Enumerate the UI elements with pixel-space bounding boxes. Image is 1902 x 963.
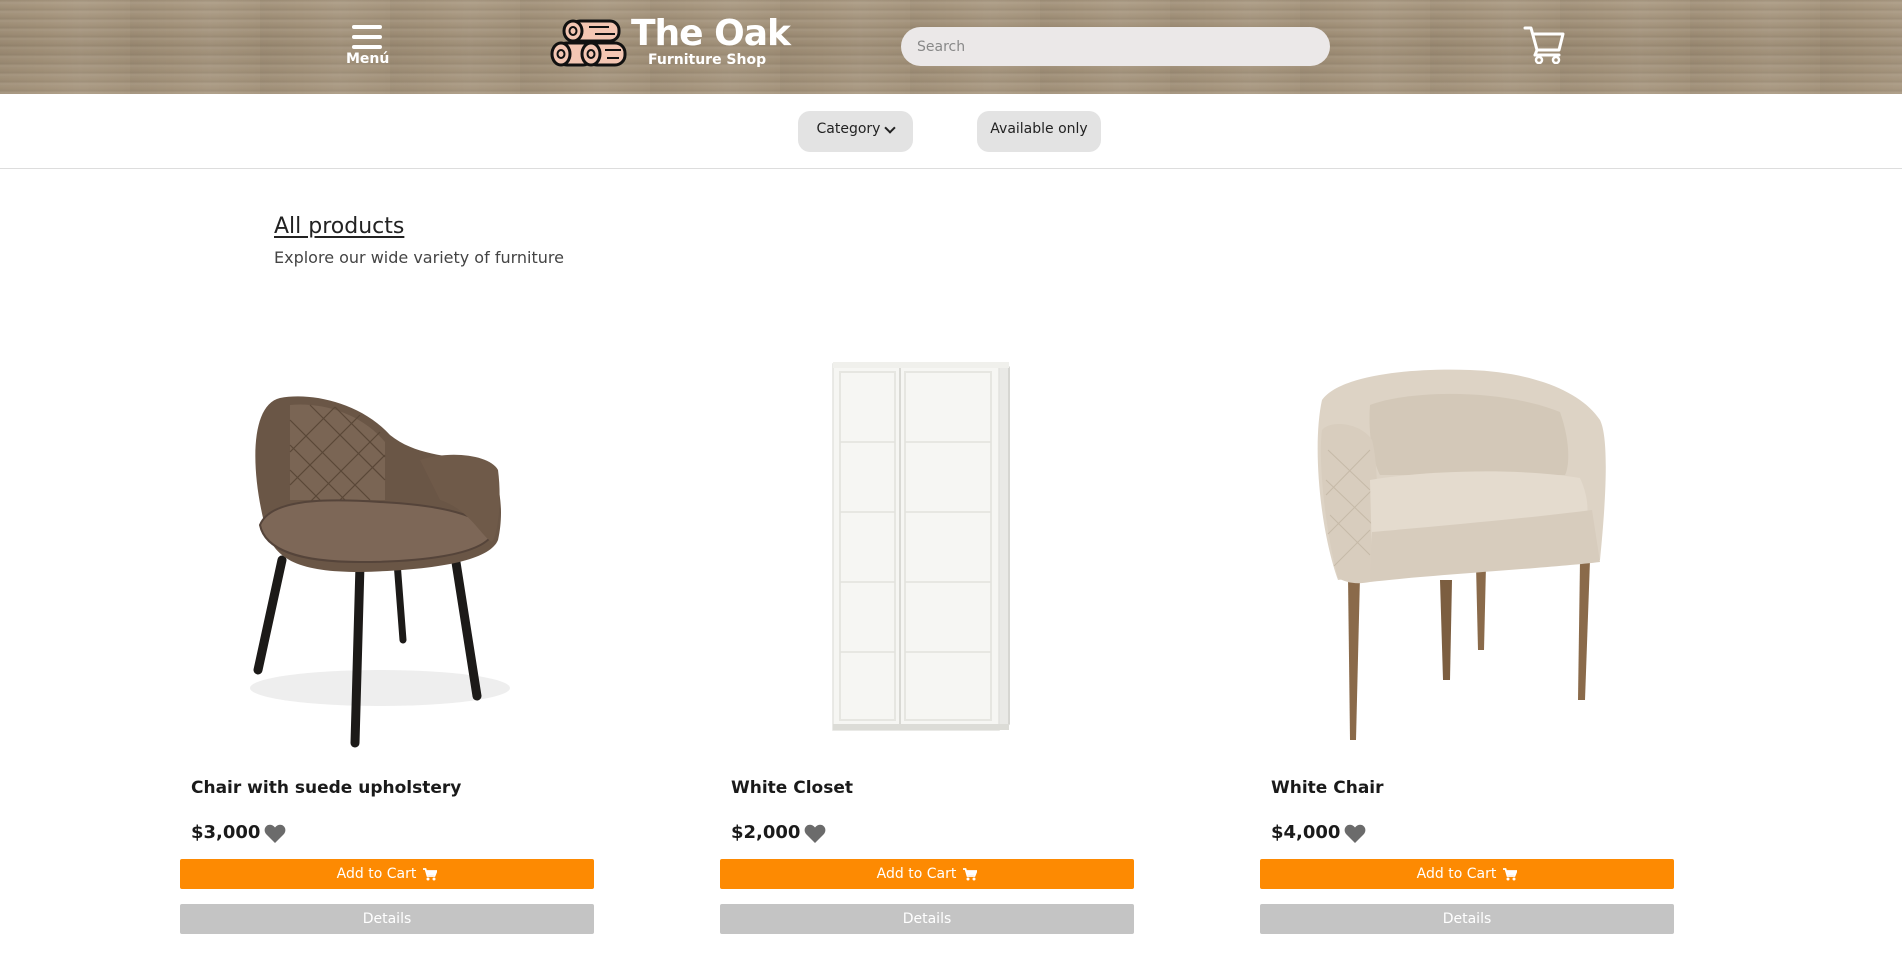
product-price: $4,000 [1271,822,1341,843]
details-button[interactable]: Details [180,904,594,934]
search-input[interactable] [901,27,1330,66]
product-name[interactable]: White Closet [731,778,853,798]
heart-icon[interactable] [804,824,826,844]
add-to-cart-button[interactable]: Add to Cart [1260,859,1674,889]
product-name[interactable]: Chair with suede upholstery [191,778,461,798]
page-title[interactable]: All products [274,214,404,239]
product-image[interactable] [1260,350,1674,750]
site-header: Menú The Oak Furniture Shop [0,0,1902,94]
product-name[interactable]: White Chair [1271,778,1384,798]
page-subtitle: Explore our wide variety of furniture [274,248,564,267]
product-image[interactable] [180,350,594,750]
details-button[interactable]: Details [1260,904,1674,934]
menu-label: Menú [346,51,390,67]
details-button[interactable]: Details [720,904,1134,934]
category-dropdown[interactable]: Category [798,111,913,152]
cart-icon [1523,26,1565,65]
heart-icon[interactable] [1344,824,1366,844]
chevron-down-icon [884,121,897,134]
heart-icon[interactable] [264,824,286,844]
add-to-cart-label: Add to Cart [1416,866,1497,882]
product-card: Chair with suede upholstery $3,000 Add t… [180,350,594,940]
add-to-cart-label: Add to Cart [336,866,417,882]
hamburger-icon [346,22,388,49]
cart-button[interactable] [1523,24,1567,65]
product-price: $2,000 [731,822,801,843]
add-to-cart-button[interactable]: Add to Cart [180,859,594,889]
available-only-label: Available only [990,120,1088,137]
filter-bar: Category Available only [0,94,1902,169]
menu-button[interactable]: Menú [346,22,390,78]
add-to-cart-label: Add to Cart [876,866,957,882]
logo-title: The Oak [631,13,791,54]
category-label: Category [816,120,881,137]
product-image[interactable] [720,350,1134,750]
logs-icon [550,19,627,67]
add-to-cart-button[interactable]: Add to Cart [720,859,1134,889]
product-card: White Closet $2,000 Add to Cart Details [720,350,1134,940]
available-only-toggle[interactable]: Available only [977,111,1101,152]
cart-icon [963,867,978,880]
cart-icon [423,867,438,880]
product-card: White Chair $4,000 Add to Cart Details [1260,350,1674,940]
product-price: $3,000 [191,822,261,843]
logo-subtitle: Furniture Shop [648,52,767,68]
cart-icon [1503,867,1518,880]
site-logo[interactable]: The Oak Furniture Shop [549,13,791,78]
